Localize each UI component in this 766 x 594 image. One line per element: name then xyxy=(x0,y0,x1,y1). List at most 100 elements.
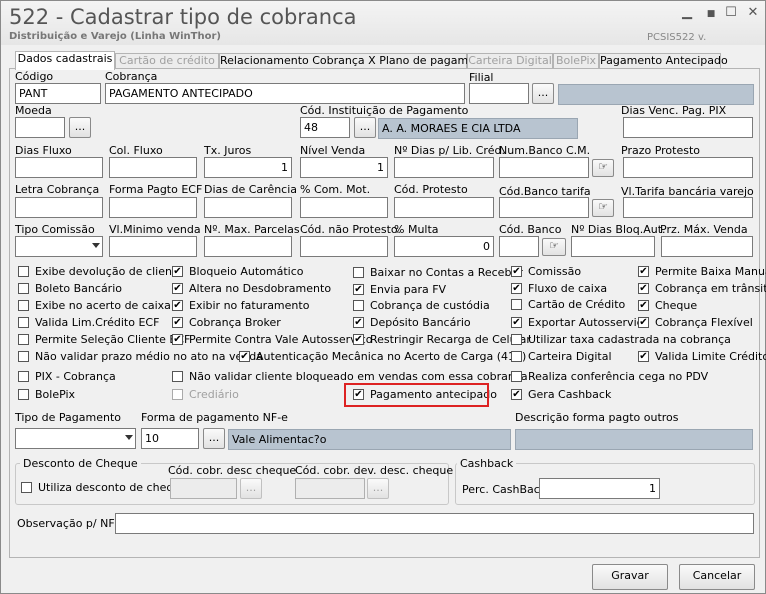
cod-desc-cheque-input[interactable] xyxy=(170,478,237,499)
minimize-icon[interactable]: ▁ xyxy=(677,5,697,23)
moeda-input[interactable] xyxy=(15,117,65,138)
checkbox-altera-no-desdobramento[interactable]: ✔ Altera no Desdobramento xyxy=(172,282,331,296)
cod-inst-lookup-button[interactable]: ... xyxy=(354,117,376,138)
perc-cashback-input[interactable]: 1 xyxy=(539,478,660,499)
cod-dev-cheque-lookup-button[interactable]: ... xyxy=(367,478,389,499)
prz-max-venda-input[interactable] xyxy=(661,236,753,257)
checkbox-valida-lim-credito-ecf[interactable]: Valida Lim.Crédito ECF xyxy=(18,316,159,330)
codigo-input[interactable]: PANT xyxy=(15,83,101,104)
checkbox-comissao[interactable]: ✔ Comissão xyxy=(511,265,581,279)
obs-input[interactable] xyxy=(115,513,754,534)
n-dias-bloq-input[interactable] xyxy=(571,236,655,257)
checkbox-cobranca-broker[interactable]: ✔ Cobrança Broker xyxy=(172,316,281,330)
checkbox-crediario[interactable]: Crediário xyxy=(172,388,239,402)
checkbox-exportar-autosservico[interactable]: ✔ Exportar Autosserviço xyxy=(511,316,649,330)
checkbox-autenticacao-mecanica-no-acerto-de-carga-410[interactable]: ✔ Autenticação Mecânica no Acerto de Carg… xyxy=(239,350,526,364)
checkbox-exibe-devolucao-de-cliente[interactable]: Exibe devolução de cliente xyxy=(18,265,183,279)
num-banco-cm-input[interactable] xyxy=(499,157,589,178)
forma-pag-nfe-lookup-button[interactable]: ... xyxy=(203,428,225,449)
checkbox-exibe-no-acerto-de-caixa[interactable]: Exibe no acerto de caixa xyxy=(18,299,171,313)
checkbox-pix-cobranca[interactable]: PIX - Cobrança xyxy=(18,370,116,384)
checkbox-label: Autenticação Mecânica no Acerto de Carga… xyxy=(256,350,527,363)
tab-bolepix[interactable]: BolePix xyxy=(553,53,599,69)
gravar-button[interactable]: Gravar xyxy=(592,564,668,590)
obs-label: Observação p/ NF: xyxy=(17,517,118,530)
checkbox-exibir-no-faturamento[interactable]: ✔ Exibir no faturamento xyxy=(172,299,309,313)
checkbox-permite-baixa-manual[interactable]: ✔ Permite Baixa Manual xyxy=(638,265,766,279)
tab-pagamento-antecipado[interactable]: Pagamento Antecipado xyxy=(599,53,728,69)
col-fluxo-input[interactable] xyxy=(109,157,197,178)
checkbox-deposito-bancario[interactable]: ✔ Depósito Bancário xyxy=(353,316,471,330)
cod-banco-tarifa-input[interactable] xyxy=(499,197,589,218)
cod-protesto-input[interactable] xyxy=(394,197,494,218)
num-banco-search-icon[interactable]: ☞ xyxy=(592,159,614,177)
checkbox-cobranca-flexivel[interactable]: ✔ Cobrança Flexível xyxy=(638,316,753,330)
cod-banco-input[interactable] xyxy=(499,236,539,257)
cod-dev-cheque-input[interactable] xyxy=(295,478,365,499)
checkbox-bolepix[interactable]: BolePix xyxy=(18,388,75,402)
checkbox-boleto-bancario[interactable]: Boleto Bancário xyxy=(18,282,122,296)
n-dias-lib-label: Nº Dias p/ Lib. Créd. xyxy=(394,144,505,157)
checkbox-nao-validar-prazo-medio-no-ato-na-venda[interactable]: Não validar prazo médio no ato na venda xyxy=(18,350,263,364)
checkbox-restringir-recarga-de-celular[interactable]: ✔ Restringir Recarga de Celular xyxy=(353,333,531,347)
checkbox-realiza-conferencia-cega-no-pdv[interactable]: Realiza conferência cega no PDV xyxy=(511,370,708,384)
checkbox-gera-cashback[interactable]: ✔ Gera Cashback xyxy=(511,388,611,402)
n-dias-lib-input[interactable] xyxy=(394,157,494,178)
forma-pagto-ecf-label: Forma Pagto ECF xyxy=(109,183,203,196)
checkbox-fluxo-de-caixa[interactable]: ✔ Fluxo de caixa xyxy=(511,282,607,296)
tx-juros-input[interactable]: 1 xyxy=(204,157,292,178)
checkbox-permite-contra-vale-autosservico[interactable]: ✔ Permite Contra Vale Autosserviço xyxy=(172,333,373,347)
tipo-pagamento-select[interactable] xyxy=(15,428,136,449)
tab-dados-cadastrais[interactable]: Dados cadastrais xyxy=(15,51,115,70)
checkbox-valida-limite-credito[interactable]: ✔ Valida Limite Crédito xyxy=(638,350,766,364)
checkbox-envia-para-fv[interactable]: ✔ Envia para FV xyxy=(353,283,446,297)
checkbox-cobranca-de-custodia[interactable]: Cobrança de custódia xyxy=(353,299,490,313)
checkbox-permite-selecao-cliente-ecf[interactable]: Permite Seleção Cliente ECF xyxy=(18,333,190,347)
cancelar-button[interactable]: Cancelar xyxy=(679,564,755,590)
close-icon[interactable]: ✕ xyxy=(743,5,763,23)
checkbox-carteira-digital[interactable]: Carteira Digital xyxy=(511,350,612,364)
perc-multa-input[interactable]: 0 xyxy=(394,236,494,257)
dias-venc-pix-input[interactable] xyxy=(623,117,753,138)
prazo-protesto-input[interactable] xyxy=(623,157,753,178)
tab-relacionamento[interactable]: Relacionamento Cobrança X Plano de pagam… xyxy=(219,53,493,69)
tipo-comissao-select[interactable] xyxy=(15,236,103,257)
nivel-venda-input[interactable]: 1 xyxy=(300,157,388,178)
forma-pag-nfe-input[interactable]: 10 xyxy=(141,428,199,449)
maximize-icon[interactable]: ☐ xyxy=(721,5,741,23)
checkbox-label: Utilizar taxa cadastrada na cobrança xyxy=(528,333,731,346)
letra-cobranca-input[interactable] xyxy=(15,197,103,218)
dias-carencia-input[interactable] xyxy=(204,197,292,218)
moeda-lookup-button[interactable]: ... xyxy=(69,117,91,138)
checkbox-cheque[interactable]: ✔ Cheque xyxy=(638,299,697,313)
vl-minimo-input[interactable] xyxy=(109,236,197,257)
filial-input[interactable] xyxy=(469,83,529,104)
cod-banco-search-icon[interactable]: ☞ xyxy=(542,238,566,256)
tab-carteira-digital[interactable]: Carteira Digital xyxy=(467,53,553,69)
cod-nao-protesto-input[interactable] xyxy=(300,236,388,257)
checkbox-utilizar-taxa-cadastrada-na-cobranca[interactable]: Utilizar taxa cadastrada na cobrança xyxy=(511,333,731,347)
checkbox-label: Cobrança Flexível xyxy=(655,316,753,329)
checkbox-baixar-no-contas-a-receber[interactable]: Baixar no Contas a Receber xyxy=(353,266,523,280)
help-icon[interactable]: ■ xyxy=(701,9,721,27)
cod-inst-input[interactable]: 48 xyxy=(300,117,350,138)
checkbox-label: Bloqueio Automático xyxy=(189,265,304,278)
checkbox-nao-validar-cliente-bloqueado-em-vendas-com-essa-cobranca[interactable]: Não validar cliente bloqueado em vendas … xyxy=(172,370,528,384)
cod-banco-tarifa-search-icon[interactable]: ☞ xyxy=(592,199,614,217)
utiliza-desconto-checkbox[interactable]: Utiliza desconto de cheque xyxy=(21,481,187,495)
forma-pagto-ecf-input[interactable] xyxy=(109,197,197,218)
tab-cartao-credito[interactable]: Cartão de crédito xyxy=(115,53,219,69)
vl-tarifa-input[interactable] xyxy=(623,197,753,218)
checkbox-bloqueio-automatico[interactable]: ✔ Bloqueio Automático xyxy=(172,265,303,279)
checkbox-cartao-de-credito[interactable]: Cartão de Crédito xyxy=(511,298,625,312)
checkbox-box xyxy=(511,370,522,382)
checkmark-icon: ✔ xyxy=(511,265,522,277)
perc-com-mot-input[interactable] xyxy=(300,197,388,218)
checkbox-cobranca-em-transito[interactable]: ✔ Cobrança em trânsito xyxy=(638,282,766,296)
dias-fluxo-input[interactable] xyxy=(15,157,103,178)
desc-forma-outros-input[interactable] xyxy=(515,429,753,450)
cod-desc-cheque-lookup-button[interactable]: ... xyxy=(240,478,262,499)
filial-lookup-button[interactable]: ... xyxy=(532,83,554,104)
cobranca-input[interactable]: PAGAMENTO ANTECIPADO xyxy=(105,83,465,104)
max-parcelas-input[interactable] xyxy=(204,236,292,257)
